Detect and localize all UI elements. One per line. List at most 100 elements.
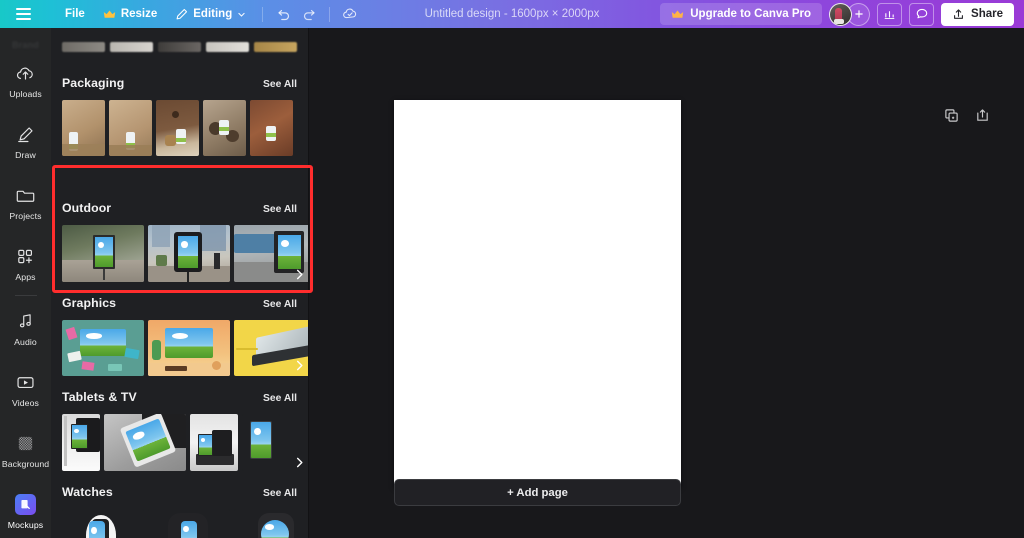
section-title: Watches bbox=[62, 485, 113, 499]
resize-button[interactable]: Resize bbox=[94, 3, 166, 25]
chevron-right-icon bbox=[296, 269, 303, 279]
thumbnail-row bbox=[51, 414, 309, 471]
thumbnail-row bbox=[51, 100, 309, 156]
section-title: Tablets & TV bbox=[62, 390, 137, 404]
sidebar-item-apps[interactable]: Apps bbox=[0, 233, 51, 294]
editing-mode-button[interactable]: Editing bbox=[166, 3, 255, 25]
undo-icon bbox=[278, 9, 289, 20]
cloud-upload-icon bbox=[15, 63, 36, 84]
sidebar-item-audio[interactable]: Audio bbox=[0, 298, 51, 359]
section-tablets-tv: Tablets & TV See All bbox=[51, 390, 309, 471]
see-all-graphics[interactable]: See All bbox=[263, 299, 297, 310]
top-header-bar: File Resize Editing Untitled design - 16… bbox=[0, 0, 1024, 28]
thumbnail[interactable] bbox=[62, 320, 144, 376]
pencil-icon bbox=[176, 8, 188, 19]
graphics-next-arrow[interactable] bbox=[291, 352, 307, 378]
see-all-packaging[interactable]: See All bbox=[263, 79, 297, 90]
add-page-button[interactable]: + Add page bbox=[394, 479, 681, 506]
thumbnail[interactable] bbox=[234, 509, 309, 538]
section-header: Tablets & TV See All bbox=[51, 390, 309, 407]
thumbnail[interactable] bbox=[148, 509, 230, 538]
sidebar-item-label: Draw bbox=[15, 149, 36, 160]
sidebar-item-draw[interactable]: Draw bbox=[0, 111, 51, 172]
panel-edge-divider bbox=[308, 28, 309, 538]
thumbnail[interactable] bbox=[104, 414, 186, 471]
collaborators-group bbox=[829, 2, 871, 26]
thumbnail-row bbox=[51, 509, 309, 538]
upgrade-to-pro-button[interactable]: Upgrade to Canva Pro bbox=[660, 3, 823, 25]
thumbnail[interactable] bbox=[62, 225, 144, 282]
editor-canvas-area: + Add page bbox=[309, 28, 1024, 538]
design-canvas-page[interactable] bbox=[394, 100, 681, 488]
section-graphics: Graphics See All bbox=[51, 296, 309, 376]
redo-button[interactable] bbox=[296, 2, 322, 26]
thumbnail[interactable] bbox=[158, 42, 201, 52]
music-note-icon bbox=[16, 311, 36, 332]
rail-item-brand-faded[interactable]: Brand bbox=[0, 28, 51, 50]
add-page-icon[interactable] bbox=[975, 108, 990, 123]
thumbnail[interactable] bbox=[156, 100, 199, 156]
sidebar-item-uploads[interactable]: Uploads bbox=[0, 50, 51, 111]
crown-icon bbox=[672, 9, 684, 18]
cloud-check-icon bbox=[343, 8, 357, 19]
mockups-panel: Packaging See All Outdoor See All Graphi… bbox=[51, 28, 309, 538]
share-upload-icon bbox=[954, 8, 963, 19]
thumbnail[interactable] bbox=[254, 42, 297, 52]
chevron-right-icon bbox=[296, 360, 303, 370]
rail-divider bbox=[14, 295, 37, 296]
sidebar-item-label: Projects bbox=[9, 210, 42, 221]
sidebar-item-background[interactable]: Background bbox=[0, 420, 51, 481]
outdoor-next-arrow[interactable] bbox=[291, 261, 307, 287]
thumbnail[interactable] bbox=[203, 100, 246, 156]
file-menu-button[interactable]: File bbox=[56, 3, 94, 25]
chevron-right-icon bbox=[296, 457, 303, 467]
upgrade-label: Upgrade to Canva Pro bbox=[690, 8, 812, 20]
hamburger-icon[interactable] bbox=[12, 3, 34, 25]
chevron-down-icon bbox=[238, 12, 245, 17]
tablets-next-arrow[interactable] bbox=[291, 449, 307, 475]
avatar[interactable] bbox=[829, 2, 853, 26]
section-header: Watches See All bbox=[51, 485, 309, 502]
redo-icon bbox=[303, 9, 315, 20]
see-all-watches[interactable]: See All bbox=[263, 488, 297, 499]
thumbnail-row bbox=[51, 225, 309, 282]
section-title: Outdoor bbox=[62, 201, 112, 215]
add-page-label: + Add page bbox=[507, 486, 568, 499]
mockups-icon bbox=[15, 493, 36, 515]
thumbnail[interactable] bbox=[148, 320, 230, 376]
apps-grid-plus-icon bbox=[15, 246, 36, 267]
folder-icon bbox=[15, 185, 36, 206]
header-right-group: Upgrade to Canva Pro Share bbox=[660, 2, 1024, 26]
undo-button[interactable] bbox=[270, 2, 296, 26]
sidebar-item-videos[interactable]: Videos bbox=[0, 359, 51, 420]
thumbnail[interactable] bbox=[242, 414, 280, 471]
resize-label: Resize bbox=[120, 8, 158, 20]
panel-scroll-area[interactable]: Packaging See All Outdoor See All Graphi… bbox=[51, 28, 309, 538]
crown-icon bbox=[103, 9, 115, 18]
sidebar-item-projects[interactable]: Projects bbox=[0, 172, 51, 233]
thumbnail[interactable] bbox=[250, 100, 293, 156]
thumbnail[interactable] bbox=[62, 509, 144, 538]
sidebar-item-mockups[interactable]: Mockups bbox=[0, 481, 51, 538]
section-outdoor: Outdoor See All bbox=[51, 201, 309, 282]
thumbnail[interactable] bbox=[62, 414, 100, 471]
bar-chart-icon bbox=[884, 10, 895, 19]
duplicate-page-icon[interactable] bbox=[944, 108, 959, 123]
editing-label: Editing bbox=[193, 8, 233, 20]
see-all-tablets-tv[interactable]: See All bbox=[263, 393, 297, 404]
see-all-outdoor[interactable]: See All bbox=[263, 204, 297, 215]
thumbnail[interactable] bbox=[62, 100, 105, 156]
sidebar-item-label: Mockups bbox=[7, 519, 44, 530]
insights-button[interactable] bbox=[877, 2, 903, 26]
thumbnail[interactable] bbox=[109, 100, 152, 156]
saved-status-button[interactable] bbox=[337, 2, 363, 26]
sidebar-item-label: Uploads bbox=[9, 88, 42, 99]
thumbnail[interactable] bbox=[190, 414, 238, 471]
comments-button[interactable] bbox=[909, 2, 935, 26]
section-packaging: Packaging See All bbox=[51, 76, 309, 156]
share-button[interactable]: Share bbox=[941, 2, 1014, 26]
thumbnail[interactable] bbox=[148, 225, 230, 282]
thumbnail[interactable] bbox=[62, 42, 105, 52]
thumbnail[interactable] bbox=[110, 42, 153, 52]
thumbnail[interactable] bbox=[206, 42, 249, 52]
